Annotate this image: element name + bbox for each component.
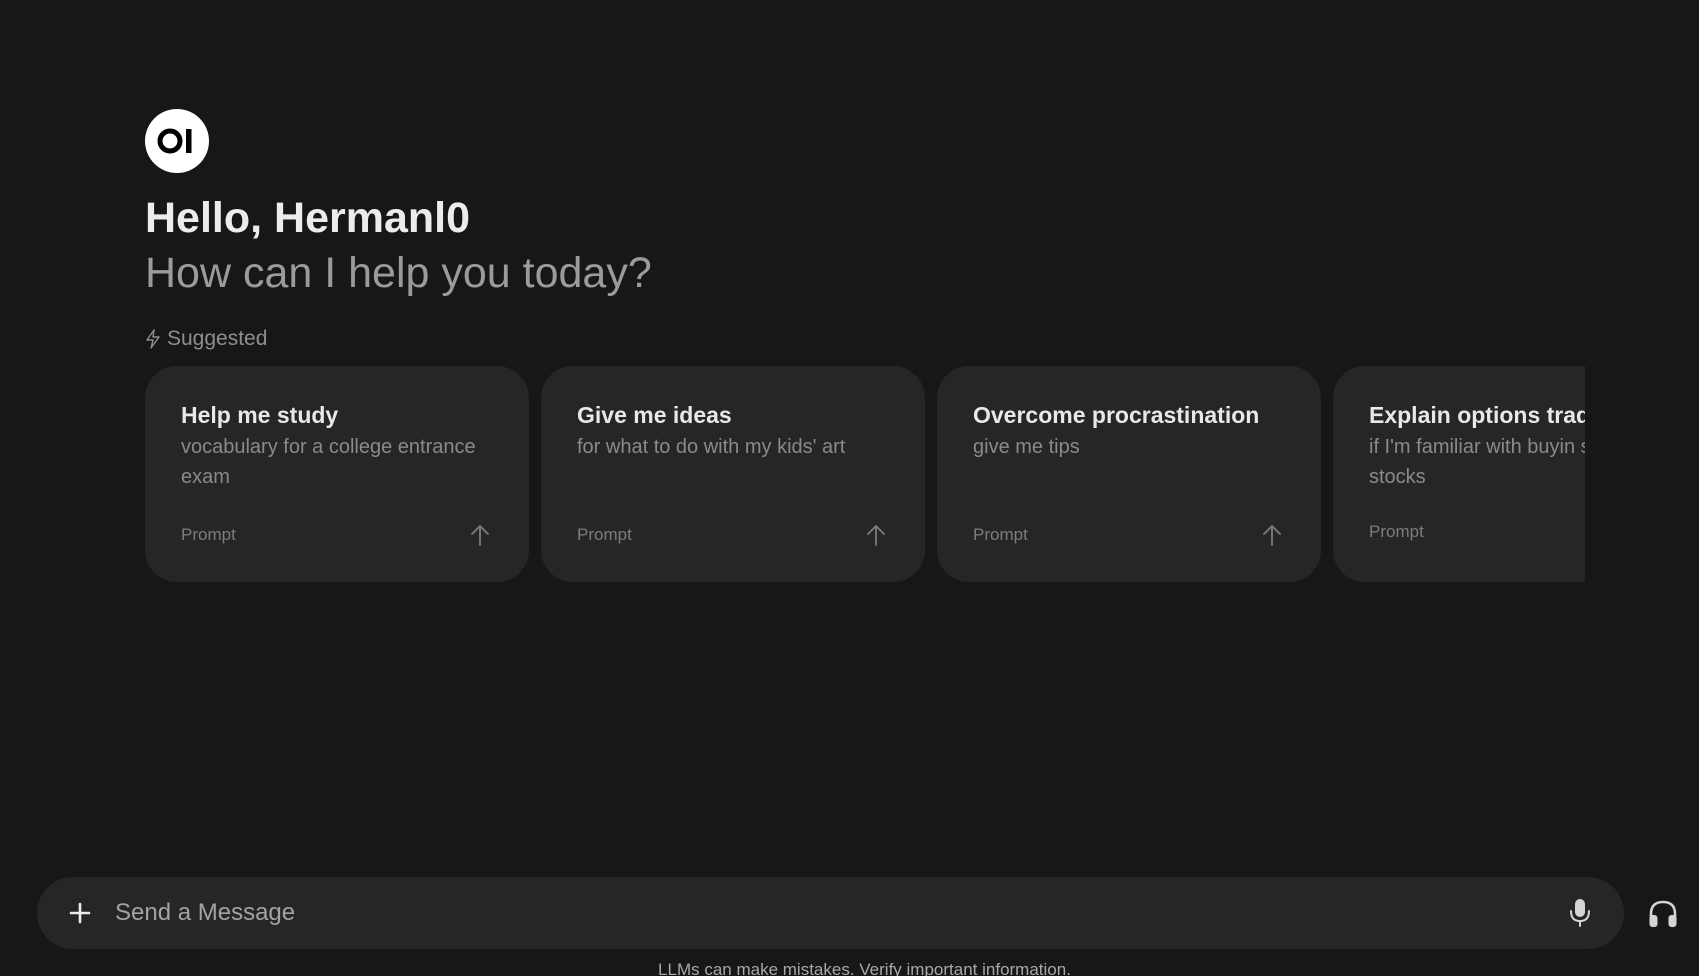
suggestion-footer: Prompt [973,522,1285,548]
greeting-subtitle: How can I help you today? [145,249,652,297]
suggestion-description: if I'm familiar with buyin selling stock… [1369,436,1585,488]
suggested-header: Suggested [145,326,267,352]
suggestion-footer: Prompt [577,522,889,548]
greeting-hello: Hello, Hermanl0 [145,194,470,242]
suggestion-track: Help me study vocabulary for a college e… [145,366,1585,582]
suggestion-title: Overcome procrastination [973,402,1260,428]
arrow-up-icon[interactable] [467,522,493,548]
suggested-label: Suggested [167,327,268,350]
app-logo [145,109,209,173]
suggestion-title: Help me study [181,402,339,428]
suggestion-kind: Prompt [973,525,1028,544]
arrow-up-icon[interactable] [863,522,889,548]
headphones-icon[interactable] [1645,896,1681,932]
message-composer [37,877,1624,949]
suggestion-carousel: Help me study vocabulary for a college e… [145,366,1585,582]
open-webui-logo-icon [157,128,192,154]
suggestion-card[interactable]: Give me ideas for what to do with my kid… [541,366,925,582]
microphone-icon[interactable] [1562,895,1598,931]
suggestion-kind: Prompt [181,525,236,544]
bolt-icon [146,329,160,349]
chat-home: Hello, Hermanl0 How can I help you today… [0,0,1699,976]
suggestion-title: Explain options trad [1369,402,1585,428]
suggestion-title: Give me ideas [577,402,732,428]
disclaimer: LLMs can make mistakes. Verify important… [658,960,1071,976]
suggestion-description: for what to do with my kids' art [577,436,846,458]
greeting: Hello, Hermanl0 How can I help you today… [145,190,652,300]
suggestion-card[interactable]: Help me study vocabulary for a college e… [145,366,529,582]
plus-icon[interactable] [61,894,99,932]
suggestion-kind: Prompt [577,525,632,544]
suggestion-footer: Prompt [1369,522,1585,542]
suggestion-card[interactable]: Overcome procrastination give me tips Pr… [937,366,1321,582]
suggestion-footer: Prompt [181,522,493,548]
message-input[interactable] [113,898,1562,928]
suggestion-card[interactable]: Explain options trad if I'm familiar wit… [1333,366,1585,582]
arrow-up-icon[interactable] [1259,522,1285,548]
suggestion-description: give me tips [973,436,1080,458]
suggestion-description: vocabulary for a college entrance exam [181,436,476,488]
suggestion-kind: Prompt [1369,522,1424,541]
